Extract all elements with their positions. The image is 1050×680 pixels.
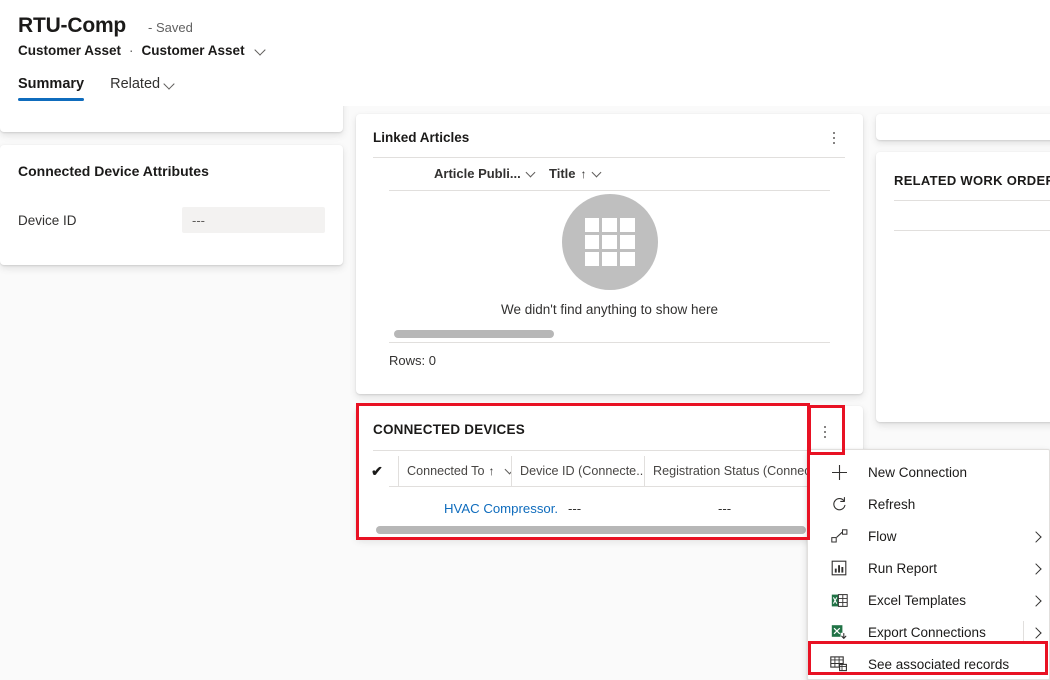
refresh-icon [828,494,850,514]
menu-item-excel-templates[interactable]: Excel Templates [808,584,1049,616]
app-root: RTU-Comp - Saved Customer Asset · Custom… [0,0,1050,680]
chevron-down-icon[interactable] [526,169,536,179]
divider [373,157,845,158]
ellipsis-vertical-icon [833,132,836,135]
rows-count-label: Rows: 0 [389,353,436,368]
menu-item-label: New Connection [868,465,1023,480]
submenu-chevron[interactable] [1023,621,1049,643]
empty-grid-icon [562,194,658,290]
connected-devices-subgrid: CONNECTED DEVICES ✔ Connected To ↑ Devic… [356,406,863,538]
header-title-row: RTU-Comp - Saved [18,14,193,38]
breadcrumb-entity: Customer Asset [18,43,121,58]
subgrid-title: CONNECTED DEVICES [373,422,525,437]
divider [389,190,830,191]
plus-icon [828,462,850,482]
section-title: Connected Device Attributes [18,163,209,179]
menu-item-refresh[interactable]: Refresh [808,488,1049,520]
horizontal-scrollbar[interactable] [376,526,806,534]
excel-export-icon [828,622,850,642]
chevron-right-icon [1032,564,1041,573]
submenu-chevron[interactable] [1023,596,1049,605]
field-label: Device ID [18,213,182,228]
save-status: - Saved [148,20,193,35]
breadcrumb-separator: · [127,43,136,58]
connected-devices-context-menu[interactable]: New Connection Refresh Flow [807,449,1050,680]
section-title: RELATED WORK ORDERS [894,173,1050,188]
chevron-right-icon [1032,532,1041,541]
sort-ascending-icon: ↑ [489,464,495,478]
flow-icon [828,526,850,546]
grid-header-row: ✔ Connected To ↑ Device ID (Connecte... … [356,456,863,486]
menu-item-export-connections[interactable]: Export Connections [808,616,1049,648]
menu-item-label: Run Report [868,561,1023,576]
linked-articles-subgrid: Linked Articles Article Publi... Title ↑ [356,114,863,394]
related-work-orders-section: RELATED WORK ORDERS [876,152,1050,422]
chevron-right-icon [1032,628,1041,637]
right-section-partial-card [876,114,1050,140]
menu-item-label: Flow [868,529,1023,544]
ellipsis-vertical-icon [824,431,827,434]
column-header-device-id[interactable]: Device ID (Connecte... [511,456,644,486]
chevron-right-icon [1032,596,1041,605]
tab-related-label: Related [110,76,160,92]
menu-item-flow[interactable]: Flow [808,520,1049,552]
menu-item-label: Export Connections [868,625,1023,640]
chevron-down-icon[interactable] [255,45,266,56]
grid-glyph [585,218,635,266]
ellipsis-vertical-icon [833,142,836,145]
cell-device-id: --- [568,501,718,516]
column-header-label: Article Publi... [434,166,521,181]
ellipsis-vertical-icon [824,426,827,429]
divider [373,450,845,451]
menu-item-see-associated-records[interactable]: See associated records [808,648,1049,680]
column-header-label: Registration Status (Connecte. [653,464,825,478]
divider [894,230,1050,231]
divider [894,200,1050,201]
menu-item-label: Refresh [868,497,1023,512]
record-header: RTU-Comp - Saved Customer Asset · Custom… [0,0,1050,106]
column-header-label: Connected To [407,464,485,478]
empty-state: We didn't find anything to show here [356,194,863,317]
column-header-label: Device ID (Connecte... [520,464,644,478]
form-tabs: Summary Related [18,76,175,101]
column-header-title[interactable]: Title ↑ [549,166,602,181]
submenu-chevron[interactable] [1023,532,1049,541]
excel-template-icon [828,590,850,610]
bar-chart-report-icon [828,558,850,578]
chevron-down-icon[interactable] [592,169,602,179]
select-all-checkbox[interactable]: ✔ [356,463,398,480]
ellipsis-vertical-icon [833,137,836,140]
linked-articles-more-commands-button[interactable] [820,124,848,152]
column-header-label: Title [549,166,576,181]
divider [389,486,830,487]
tab-related[interactable]: Related [110,76,175,101]
tab-summary-label: Summary [18,76,84,92]
associated-records-icon [828,654,850,674]
device-id-input[interactable]: --- [182,207,325,233]
column-header-article-published[interactable]: Article Publi... [434,166,536,181]
connected-device-attributes-section: Connected Device Attributes Device ID --… [0,145,343,265]
tab-summary[interactable]: Summary [18,76,84,101]
menu-item-label: See associated records [868,657,1023,672]
cell-connected-to[interactable]: HVAC Compressor. [444,501,568,516]
table-row[interactable]: HVAC Compressor. --- --- [356,494,863,522]
sort-ascending-icon: ↑ [581,167,587,181]
column-header-connected-to[interactable]: Connected To ↑ [398,456,511,486]
menu-item-label: Excel Templates [868,593,1023,608]
submenu-chevron[interactable] [1023,564,1049,573]
page-title: RTU-Comp [18,14,126,38]
ellipsis-vertical-icon [824,436,827,439]
field-device-id: Device ID --- [18,207,325,233]
menu-item-run-report[interactable]: Run Report [808,552,1049,584]
horizontal-scrollbar[interactable] [394,330,554,338]
empty-state-message: We didn't find anything to show here [501,302,718,317]
menu-item-new-connection[interactable]: New Connection [808,456,1049,488]
subgrid-title: Linked Articles [373,130,469,145]
form-selector-label[interactable]: Customer Asset [142,43,245,58]
divider [389,342,830,343]
chevron-down-icon[interactable] [164,79,175,90]
breadcrumb: Customer Asset · Customer Asset [18,43,266,58]
connected-devices-more-commands-button[interactable] [811,418,839,446]
